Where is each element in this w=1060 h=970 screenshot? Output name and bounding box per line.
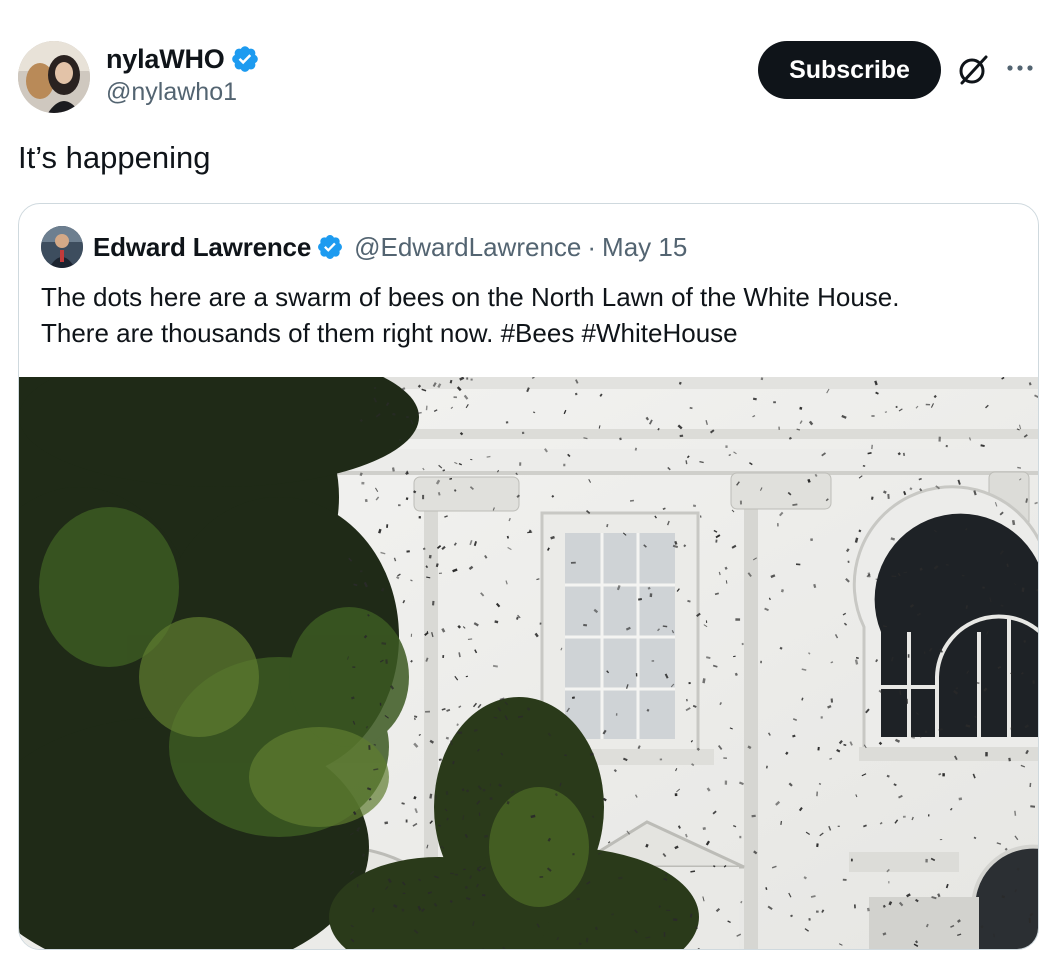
quoted-author-handle[interactable]: @EdwardLawrence [354, 232, 581, 263]
quoted-post-header: Edward Lawrence @EdwardLawrence · May 15 [41, 226, 687, 268]
quoted-post-text-line: The dots here are a swarm of bees on the… [41, 282, 900, 312]
separator-dot: · [587, 231, 597, 262]
white-house-bees-photo [19, 377, 1038, 949]
verified-badge-icon[interactable] [316, 233, 344, 261]
post-text: It’s happening [18, 140, 211, 175]
verified-badge-icon[interactable] [230, 44, 260, 74]
more-icon[interactable] [1005, 56, 1035, 80]
author-handle[interactable]: @nylawho1 [106, 78, 260, 107]
quoted-post[interactable]: Edward Lawrence @EdwardLawrence · May 15… [18, 203, 1039, 950]
quoted-post-photo[interactable] [19, 377, 1038, 949]
quoted-post-text-line: There are thousands of them right now. #… [41, 318, 738, 348]
quoted-post-date[interactable]: May 15 [602, 232, 687, 263]
quoted-post-text: The dots here are a swarm of bees on the… [41, 279, 1021, 351]
quoted-author-display-name[interactable]: Edward Lawrence [93, 232, 311, 263]
author-display-name[interactable]: nylaWHO [106, 44, 225, 75]
quoted-author-avatar-image [41, 226, 83, 268]
subscribe-button[interactable]: Subscribe [758, 41, 941, 99]
quoted-author-avatar[interactable] [41, 226, 83, 268]
author-info: nylaWHO @nylawho1 [106, 42, 260, 107]
author-avatar[interactable] [18, 41, 90, 113]
author-avatar-image [18, 41, 90, 113]
grok-icon[interactable] [955, 52, 991, 88]
